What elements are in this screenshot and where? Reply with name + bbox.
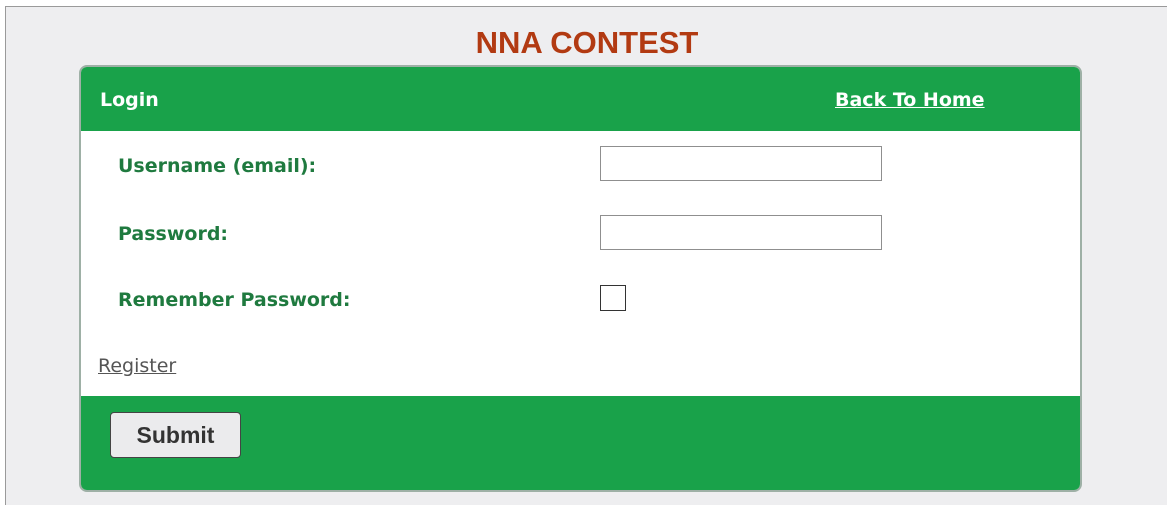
remember-password-label: Remember Password: [118,289,351,311]
username-input[interactable] [600,146,882,181]
remember-password-checkbox[interactable] [600,285,626,311]
page-background: NNA CONTEST Login Back To Home Username … [5,6,1167,505]
login-panel: Login Back To Home Username (email): Pas… [79,65,1082,492]
page-title: NNA CONTEST [475,25,699,60]
login-header-title: Login [100,89,159,111]
login-panel-header: Login Back To Home [81,67,1080,131]
password-label: Password: [118,223,229,245]
register-link[interactable]: Register [98,354,176,378]
submit-button[interactable]: Submit [110,412,241,458]
login-panel-footer: Submit [81,396,1080,490]
password-input[interactable] [600,215,882,250]
back-to-home-link[interactable]: Back To Home [835,88,985,112]
username-label: Username (email): [118,155,317,177]
